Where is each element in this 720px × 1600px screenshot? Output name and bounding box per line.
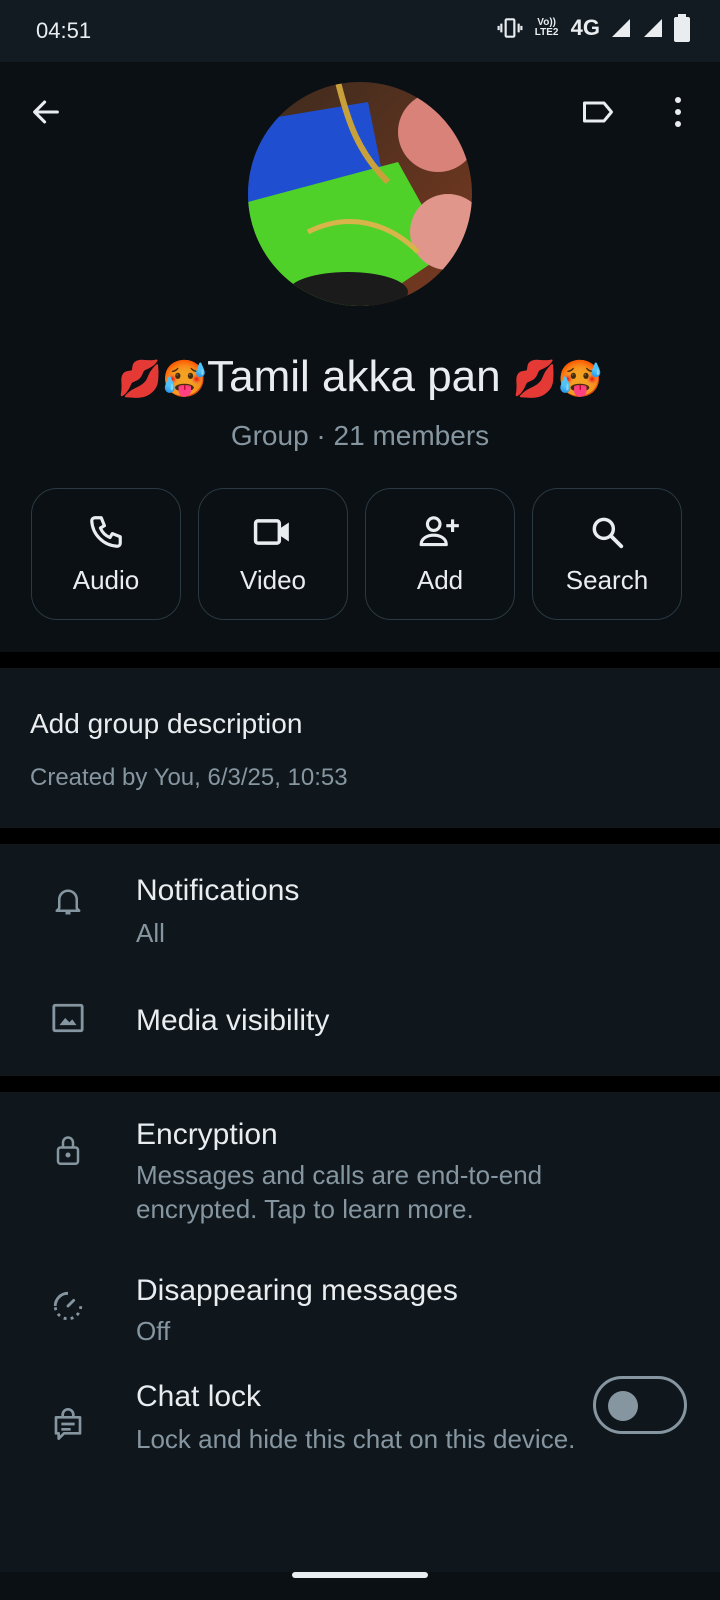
- more-options-button[interactable]: [654, 88, 702, 136]
- group-header: 💋🥵Tamil akka pan 💋🥵 Group · 21 members A…: [0, 62, 720, 652]
- video-icon: [253, 518, 289, 545]
- add-description-link[interactable]: Add group description: [30, 708, 302, 740]
- chat-lock-toggle[interactable]: [593, 1376, 687, 1434]
- group-name-emoji-left: 💋🥵: [117, 359, 208, 400]
- disappearing-value: Off: [136, 1316, 171, 1346]
- action-buttons: Audio Video Add Search: [31, 488, 691, 622]
- arrow-left-icon: [33, 100, 59, 124]
- label-button[interactable]: [574, 88, 622, 136]
- privacy-section: Encryption Messages and calls are end-to…: [0, 1092, 720, 1572]
- group-name-text: Tamil akka pan: [207, 352, 513, 401]
- encryption-row[interactable]: Encryption Messages and calls are end-to…: [0, 1092, 720, 1242]
- status-bar: 04:51 Vo)) LTE2 4G: [0, 0, 720, 62]
- group-avatar[interactable]: [248, 82, 472, 306]
- media-visibility-row[interactable]: Media visibility: [0, 960, 720, 1076]
- created-by-text: Created by You, 6/3/25, 10:53: [30, 764, 348, 791]
- status-icons: Vo)) LTE2 4G: [497, 14, 690, 42]
- chat-lock-icon: [44, 1400, 92, 1448]
- chat-lock-row[interactable]: Chat lock Lock and hide this chat on thi…: [0, 1376, 720, 1528]
- volte-indicator: Vo)) LTE2: [534, 17, 559, 38]
- more-vert-icon: [675, 97, 681, 127]
- encryption-subtitle: Messages and calls are end-to-end encryp…: [136, 1160, 543, 1224]
- chat-lock-subtitle: Lock and hide this chat on this device.: [136, 1424, 576, 1454]
- toggle-knob: [608, 1391, 638, 1421]
- group-name-emoji-right: 💋🥵: [512, 359, 603, 400]
- add-participant-button[interactable]: Add: [365, 488, 515, 620]
- video-label: Video: [239, 564, 307, 595]
- group-name: 💋🥵Tamil akka pan 💋🥵: [0, 352, 720, 402]
- network-type: 4G: [570, 15, 600, 40]
- audio-call-button[interactable]: Audio: [31, 488, 181, 620]
- video-call-button[interactable]: Video: [198, 488, 348, 620]
- section-divider: [0, 652, 720, 668]
- search-button[interactable]: Search: [532, 488, 682, 620]
- timer-icon: [44, 1282, 92, 1330]
- signal-icon-2: [644, 19, 662, 37]
- encryption-title: Encryption: [136, 1118, 278, 1151]
- back-button[interactable]: [22, 88, 70, 136]
- group-member-count: Group · 21 members: [230, 420, 490, 451]
- add-person-icon: [419, 515, 459, 546]
- bell-icon: [44, 878, 92, 926]
- gesture-nav-bar[interactable]: [292, 1572, 428, 1578]
- search-icon: [592, 517, 624, 548]
- description-section[interactable]: Add group description Created by You, 6/…: [0, 668, 720, 828]
- notifications-value: All: [136, 918, 165, 948]
- media-visibility-title: Media visibility: [136, 1004, 330, 1037]
- notifications-section: Notifications All Media visibility: [0, 844, 720, 1076]
- chat-lock-title: Chat lock: [136, 1380, 262, 1413]
- notifications-title: Notifications: [136, 874, 300, 907]
- notifications-row[interactable]: Notifications All: [0, 844, 720, 960]
- group-photo: [248, 82, 472, 306]
- image-icon: [44, 994, 92, 1042]
- vibrate-icon: [497, 18, 523, 38]
- label-icon: [583, 101, 613, 123]
- search-label: Search: [565, 564, 649, 595]
- add-label: Add: [416, 564, 464, 595]
- battery-icon: [674, 14, 690, 42]
- phone-icon: [90, 515, 122, 548]
- section-divider: [0, 1076, 720, 1092]
- status-time: 04:51: [36, 18, 92, 43]
- section-divider: [0, 828, 720, 844]
- lock-icon: [44, 1126, 92, 1174]
- disappearing-messages-row[interactable]: Disappearing messages Off: [0, 1252, 720, 1372]
- disappearing-title: Disappearing messages: [136, 1274, 458, 1307]
- audio-label: Audio: [72, 564, 140, 595]
- signal-icon: [612, 19, 630, 37]
